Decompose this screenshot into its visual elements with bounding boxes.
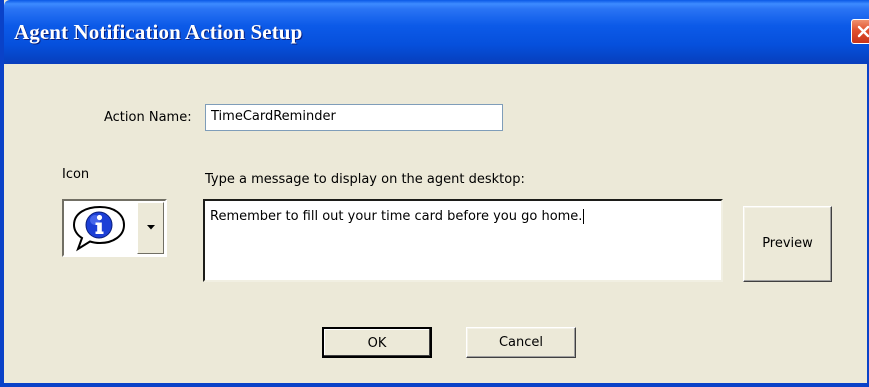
dialog-window: Agent Notification Action Setup Action N… [0,0,869,387]
title-bar[interactable]: Agent Notification Action Setup [4,0,869,64]
message-text: Remember to fill out your time card befo… [210,209,583,224]
close-icon [857,25,869,38]
chevron-down-icon [147,225,155,230]
cancel-button[interactable]: Cancel [466,327,576,358]
close-button[interactable] [851,19,869,44]
action-name-input[interactable]: TimeCardReminder [205,104,503,131]
icon-dropdown-button[interactable] [137,202,164,254]
information-icon [66,203,134,257]
action-name-label: Action Name: [104,110,192,125]
window-title: Agent Notification Action Setup [14,20,303,44]
ok-button[interactable]: OK [322,327,432,358]
text-caret [583,209,585,224]
message-textarea[interactable]: Remember to fill out your time card befo… [203,199,723,282]
icon-label: Icon [62,167,90,182]
message-label: Type a message to display on the agent d… [205,172,525,187]
icon-select[interactable] [62,199,167,257]
preview-button[interactable]: Preview [743,206,832,282]
